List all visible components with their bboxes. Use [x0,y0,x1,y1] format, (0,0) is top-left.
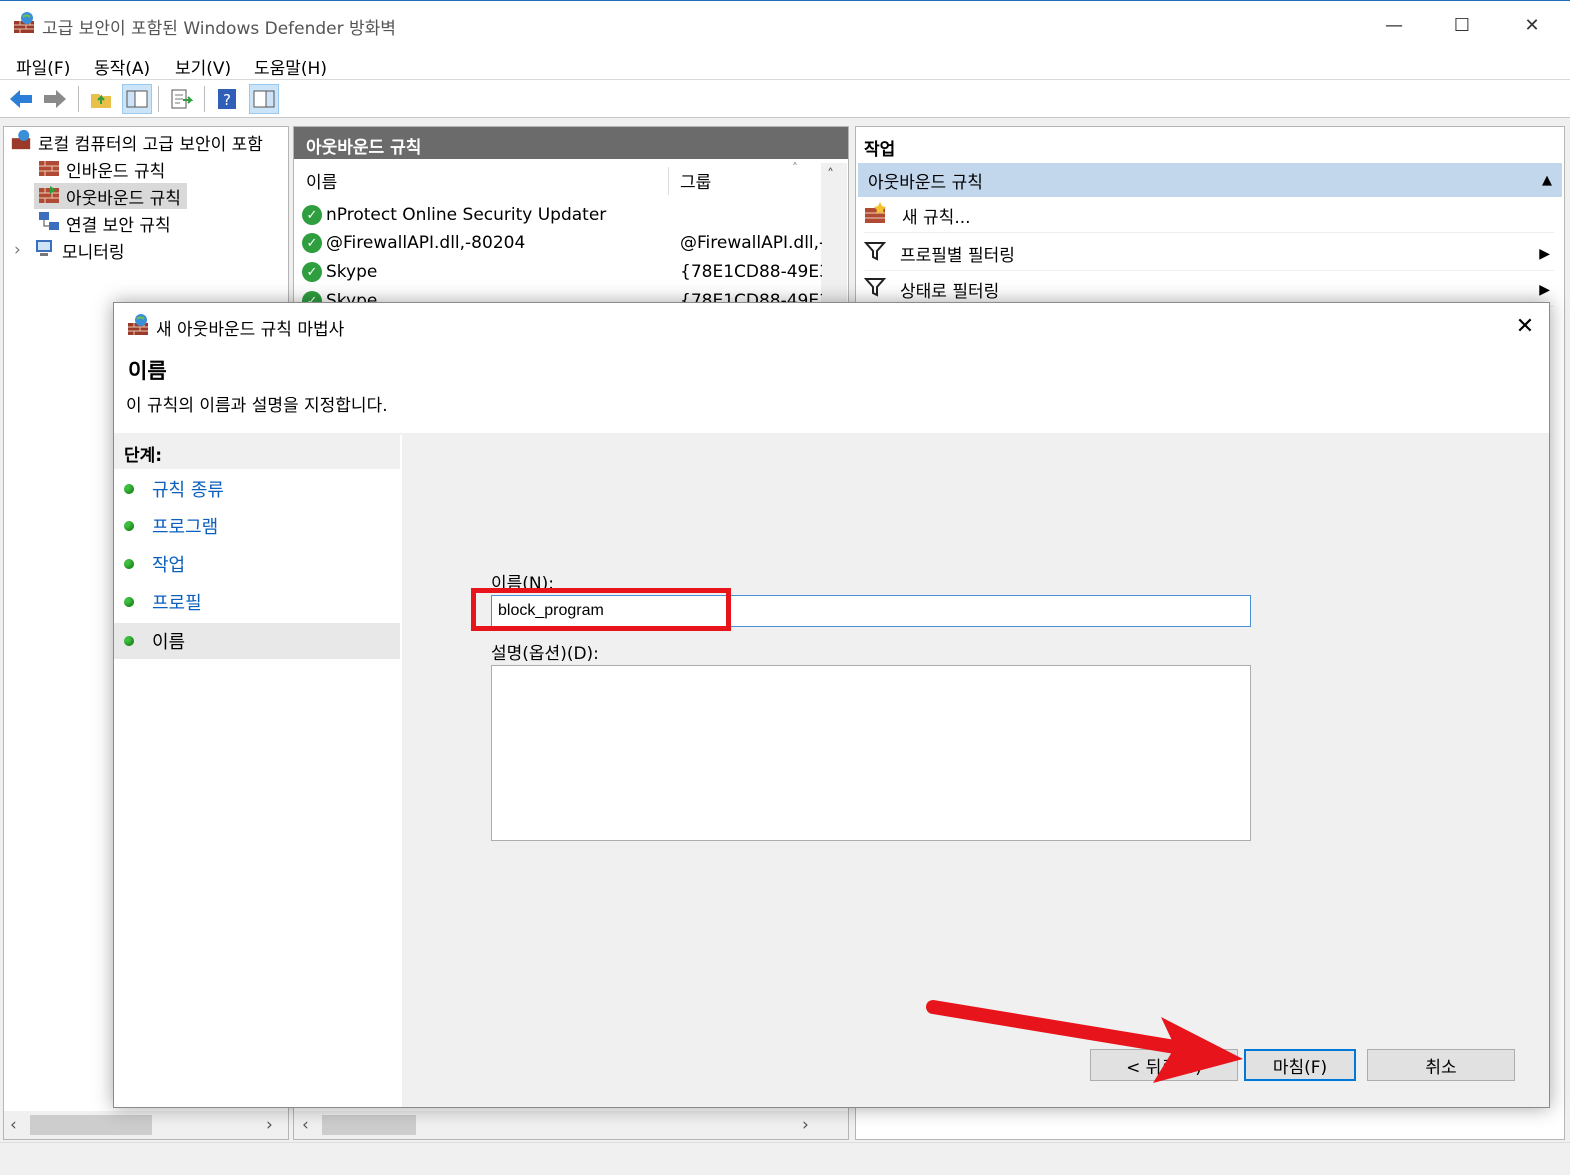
submenu-arrow-icon: ▶ [1539,281,1550,298]
step-name: 이름 [114,623,400,659]
tree-item-connection-security[interactable]: 연결 보안 규칙 [38,210,171,236]
minimize-button[interactable]: — [1364,9,1424,41]
dialog-title: 새 아웃바운드 규칙 마법사 [156,320,345,340]
expand-chevron-icon[interactable]: › [14,240,28,260]
column-header-group[interactable]: 그룹 [680,163,711,197]
table-row[interactable]: ✓ @FirewallAPI.dll,-80204 @FirewallAPI.d… [302,229,822,257]
scroll-up-icon[interactable]: ˄ [827,167,834,183]
page-description: 이 규칙의 이름과 설명을 지정합니다. [126,396,388,416]
table-row[interactable]: ✓ Skype {78E1CD88-49E3-4 [302,258,822,286]
actions-section-outbound[interactable]: 아웃바운드 규칙 ▲ [858,163,1562,197]
step-action[interactable]: 작업 [114,546,400,582]
connection-security-icon [38,210,60,237]
enabled-check-icon: ✓ [302,205,322,225]
step-profile[interactable]: 프로필 [114,584,400,620]
filter-funnel-icon [863,240,887,267]
firewall-icon [12,11,36,40]
rules-horizontal-scrollbar[interactable]: ‹ › [294,1111,848,1139]
column-header-name[interactable]: 이름 [306,163,337,197]
scroll-right-icon[interactable]: › [802,1115,809,1135]
tree-root[interactable]: 로컬 컴퓨터의 고급 보안이 포함 [10,129,263,155]
action-filter-by-profile[interactable]: 프로필별 필터링 ▶ [863,237,1554,271]
submenu-arrow-icon: ▶ [1539,245,1550,262]
export-list-icon[interactable] [166,84,196,114]
step-program[interactable]: 프로그램 [114,508,400,544]
new-outbound-rule-wizard: 새 아웃바운드 규칙 마법사 ✕ 이름 이 규칙의 이름과 설명을 지정합니다.… [113,302,1550,1108]
step-dot-icon [124,559,134,569]
close-button[interactable]: ✕ [1502,9,1562,41]
scroll-left-icon[interactable]: ‹ [302,1115,309,1135]
firewall-icon [10,129,32,156]
actions-title: 작업 [864,140,896,160]
enabled-check-icon: ✓ [302,262,322,282]
back-arrow-icon[interactable] [6,84,36,114]
step-dot-icon [124,636,134,646]
status-bar [0,1142,1570,1175]
rules-vertical-scrollbar[interactable]: ˄ [821,163,847,303]
action-new-rule[interactable]: 새 규칙... [864,199,1554,233]
monitoring-icon [34,237,56,264]
cancel-button[interactable]: 취소 [1367,1049,1515,1081]
show-hide-tree-icon[interactable] [122,84,152,114]
tree-item-outbound[interactable]: 아웃바운드 규칙 [34,183,187,209]
dialog-header: 새 아웃바운드 규칙 마법사 ✕ 이름 이 규칙의 이름과 설명을 지정합니다. [114,303,1549,433]
menu-view[interactable]: 보기(V) [175,54,231,79]
scroll-right-icon[interactable]: › [266,1115,273,1135]
step-dot-icon [124,521,134,531]
menu-bar: 파일(F) 동작(A) 보기(V) 도움말(H) [0,48,1570,80]
filter-funnel-icon [863,276,887,303]
description-field-label: 설명(옵션)(D): [491,644,599,664]
step-dot-icon [124,484,134,494]
step-dot-icon [124,597,134,607]
collapse-triangle-icon[interactable]: ▲ [1542,173,1552,188]
inbound-rules-icon [38,157,60,182]
table-row[interactable]: ✓ nProtect Online Security Updater [302,201,822,229]
tree-horizontal-scrollbar[interactable]: ‹ › [4,1111,288,1139]
window-title: 고급 보안이 포함된 Windows Defender 방화벽 [42,19,396,39]
outbound-rules-icon [38,184,60,209]
forward-arrow-icon[interactable] [40,84,70,114]
scroll-thumb[interactable] [30,1115,152,1135]
menu-action[interactable]: 동작(A) [94,54,150,79]
wizard-steps: 단계: 규칙 종류 프로그램 작업 프로필 이름 [114,435,402,1107]
enabled-check-icon: ✓ [302,233,322,253]
page-heading: 이름 [128,359,167,383]
step-rule-type[interactable]: 규칙 종류 [114,471,400,507]
toolbar: ? [0,80,1570,118]
finish-button[interactable]: 마침(F) [1244,1049,1356,1081]
menu-help[interactable]: 도움말(H) [254,54,327,79]
steps-title: 단계: [114,435,400,469]
highlight-box [471,588,731,631]
menu-file[interactable]: 파일(F) [16,54,70,79]
show-hide-action-pane-icon[interactable] [249,84,279,114]
tree-item-inbound[interactable]: 인바운드 규칙 [38,156,165,182]
help-icon[interactable]: ? [212,84,242,114]
tree-item-monitoring[interactable]: › 모니터링 [14,237,125,263]
new-rule-icon [864,202,888,229]
maximize-button[interactable]: ☐ [1432,9,1492,41]
dialog-close-button[interactable]: ✕ [1510,311,1540,341]
up-folder-icon[interactable] [86,84,116,114]
window-titlebar: 고급 보안이 포함된 Windows Defender 방화벽 — ☐ ✕ [0,0,1570,48]
firewall-icon [126,313,150,342]
scroll-thumb[interactable] [322,1115,416,1135]
description-field[interactable] [491,665,1251,841]
rules-list-title: 아웃바운드 규칙 [294,127,848,159]
scroll-left-icon[interactable]: ‹ [10,1115,17,1135]
svg-text:?: ? [223,91,231,109]
red-arrow-icon [926,1000,1243,1083]
sort-chevron-icon: ˄ [792,161,798,175]
